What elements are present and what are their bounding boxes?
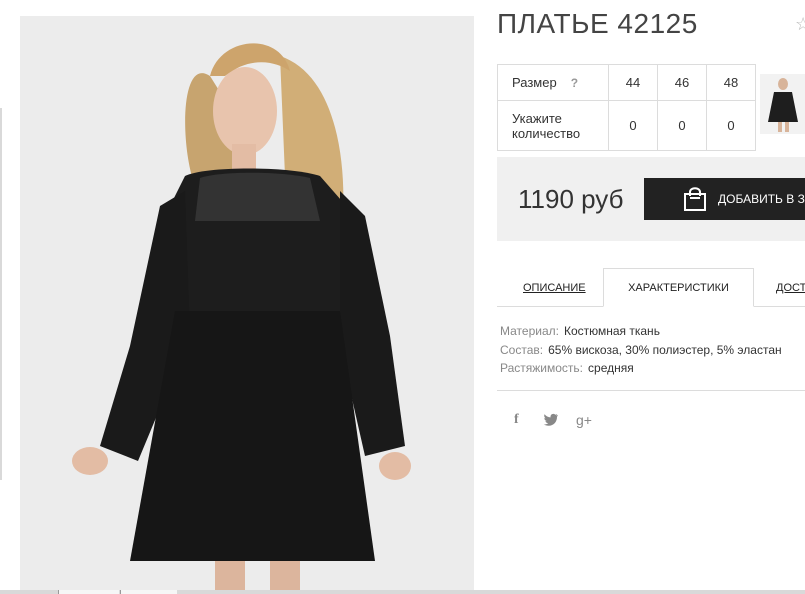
specs-list: Материал: Костюмная ткань Состав: 65% виск… (500, 322, 782, 378)
quantity-input-44[interactable]: 0 (608, 100, 658, 151)
quantity-input-48[interactable]: 0 (706, 100, 756, 151)
product-title: ПЛАТЬЕ 42125 (497, 8, 698, 39)
size-header: Размер? (497, 64, 609, 101)
product-thumbnail[interactable] (760, 74, 805, 134)
size-quantity-table: Размер? 44 46 48 Укажите количество 0 0 … (497, 64, 756, 151)
size-option-44[interactable]: 44 (608, 64, 658, 101)
star-icon[interactable]: ☆ (795, 14, 805, 35)
product-price: 1190 руб (518, 184, 624, 214)
price-panel: 1190 руб ДОБАВИТЬ В ЗА (497, 157, 805, 241)
spec-value: Костюмная ткань (563, 324, 660, 338)
tab-description[interactable]: ОПИСАНИЕ (523, 282, 586, 294)
spec-key: Материал: (500, 324, 559, 338)
size-help-icon[interactable]: ? (571, 76, 578, 90)
add-to-cart-button[interactable]: ДОБАВИТЬ В ЗА (644, 178, 805, 220)
product-photo[interactable] (20, 16, 474, 590)
spec-key: Растяжимость: (500, 361, 584, 375)
spec-row-stretch: Растяжимость: средняя (500, 359, 782, 378)
taskbar-item[interactable] (58, 590, 119, 594)
facebook-icon[interactable]: f (514, 412, 519, 428)
spec-key: Состав: (500, 342, 544, 357)
add-to-cart-label: ДОБАВИТЬ В ЗА (718, 192, 805, 206)
spec-value: 65% вискоза, 30% полиэстер, 5% эластан (548, 342, 782, 357)
google-plus-icon[interactable]: g+ (576, 412, 592, 428)
size-option-48[interactable]: 48 (706, 64, 756, 101)
tab-characteristics[interactable]: ХАРАКТЕРИСТИКИ (603, 268, 754, 307)
spec-value: средняя (588, 361, 634, 375)
quantity-label: Укажите количество (497, 100, 609, 151)
twitter-icon[interactable] (543, 413, 559, 429)
size-option-46[interactable]: 46 (657, 64, 707, 101)
spec-row-material: Материал: Костюмная ткань (500, 322, 782, 341)
left-edge-divider (0, 108, 2, 480)
section-divider (497, 390, 805, 391)
tab-delivery[interactable]: ДОСТ (776, 282, 805, 294)
quantity-input-46[interactable]: 0 (657, 100, 707, 151)
shopping-bag-icon (684, 187, 706, 211)
spec-row-composition: Состав: 65% вискоза, 30% полиэстер, 5% эл… (500, 341, 782, 360)
taskbar-item[interactable] (120, 590, 177, 594)
size-label: Размер (512, 75, 557, 90)
